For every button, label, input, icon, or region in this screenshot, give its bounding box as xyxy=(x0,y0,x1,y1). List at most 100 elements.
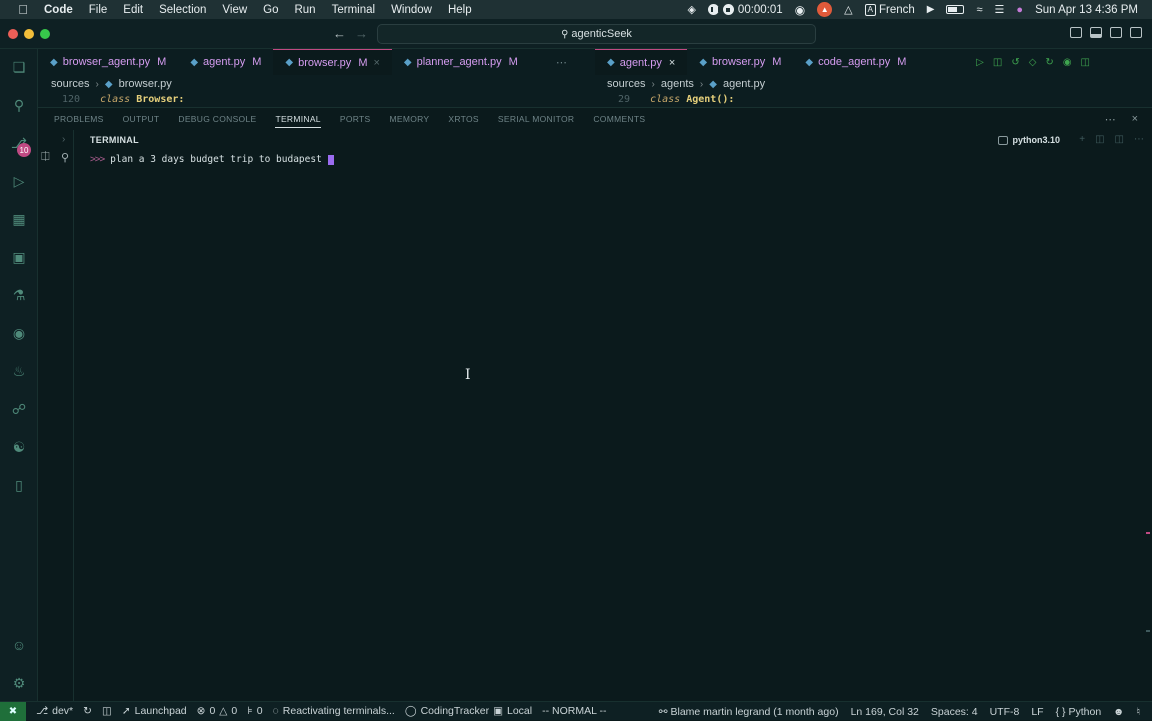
device-icon[interactable]: ▯ xyxy=(9,475,29,495)
breadcrumb-item[interactable]: agent.py xyxy=(723,78,765,90)
previous-change-icon[interactable]: ◇ xyxy=(1029,57,1037,68)
panel-tab-ports[interactable]: PORTS xyxy=(340,114,371,124)
run-icon[interactable]: ▷ xyxy=(976,57,984,68)
copilot-action-icon[interactable]: ◉ xyxy=(1063,57,1072,68)
manage-gear-icon[interactable]: ⚙ xyxy=(9,673,29,693)
branch-item[interactable]: ⎇ dev* xyxy=(36,705,73,717)
input-source[interactable]: A French xyxy=(864,3,915,16)
back-arrow-icon[interactable]: ← xyxy=(333,26,346,41)
toggle-primary-sidebar-icon[interactable] xyxy=(1070,27,1082,38)
copilot-status-icon[interactable]: ☻ xyxy=(1113,706,1124,718)
indentation[interactable]: Spaces: 4 xyxy=(931,706,978,718)
testing-icon[interactable]: ⚗ xyxy=(9,285,29,305)
panel-tab-xrtos[interactable]: XRTOS xyxy=(448,114,478,124)
panel-tab-output[interactable]: OUTPUT xyxy=(123,114,160,124)
menu-go[interactable]: Go xyxy=(263,4,278,16)
blame-item[interactable]: ⚯ Blame martin legrand (1 month ago) xyxy=(659,706,839,718)
gitlens-icon[interactable]: ☍ xyxy=(9,399,29,419)
new-terminal-icon[interactable]: + xyxy=(1079,134,1085,145)
menu-selection[interactable]: Selection xyxy=(159,4,206,16)
battery-icon[interactable] xyxy=(946,5,965,14)
panel-tab-serial-monitor[interactable]: SERIAL MONITOR xyxy=(498,114,574,124)
panel-tab-memory[interactable]: MEMORY xyxy=(389,114,429,124)
apple-menu-icon[interactable]:  xyxy=(16,2,30,17)
ports-item[interactable]: ⊧ 0 xyxy=(247,705,262,717)
sync-icon[interactable]: ↻ xyxy=(83,705,92,717)
clock[interactable]: Sun Apr 13 4:36 PM xyxy=(1035,4,1138,16)
github-icon[interactable]: ◉ xyxy=(9,323,29,343)
coding-tracker-item[interactable]: ◯ CodingTracker ▣ Local xyxy=(405,705,532,717)
siri-icon[interactable]: ● xyxy=(1016,4,1023,16)
breadcrumb-item[interactable]: sources xyxy=(51,78,90,90)
extension-icon[interactable]: ▲ xyxy=(817,2,833,17)
menu-view[interactable]: View xyxy=(222,4,247,16)
accounts-icon[interactable]: ☺ xyxy=(9,635,29,655)
next-change-icon[interactable]: ↻ xyxy=(1045,57,1053,68)
cursor-position[interactable]: Ln 169, Col 32 xyxy=(851,706,919,718)
left-code-line[interactable]: 120 class Browser: xyxy=(62,94,184,105)
remote-explorer-icon[interactable]: ▣ xyxy=(9,247,29,267)
play-icon[interactable]: ▶ xyxy=(927,4,935,15)
target-icon[interactable]: ◉ xyxy=(795,3,805,17)
toggle-panel-icon[interactable] xyxy=(1090,27,1102,38)
menu-help[interactable]: Help xyxy=(448,4,472,16)
wifi-icon[interactable]: ≈ xyxy=(976,4,982,16)
toggle-secondary-sidebar-icon[interactable] xyxy=(1110,27,1122,38)
notifications-bell-icon[interactable]: ♮ xyxy=(1136,706,1140,718)
run-debug-icon[interactable]: ▷ xyxy=(9,171,29,191)
search-view-icon[interactable]: ⚲ xyxy=(9,95,29,115)
breadcrumb-item[interactable]: browser.py xyxy=(119,78,172,90)
control-center-icon[interactable]: ☰ xyxy=(995,3,1005,16)
panel-tab-debug-console[interactable]: DEBUG CONSOLE xyxy=(178,114,256,124)
menu-terminal[interactable]: Terminal xyxy=(332,4,375,16)
menu-run[interactable]: Run xyxy=(294,4,315,16)
forward-arrow-icon[interactable]: → xyxy=(355,26,368,41)
tab-agent-right[interactable]: ◆ agent.py × xyxy=(595,49,688,75)
split-terminal-icon[interactable]: ◫ xyxy=(1095,134,1104,145)
tab-close-icon[interactable]: × xyxy=(373,57,379,69)
panel-tab-terminal[interactable]: TERMINAL xyxy=(275,111,321,128)
extensions-icon[interactable]: ▦ xyxy=(9,209,29,229)
app-menu[interactable]: Code xyxy=(44,4,73,16)
breadcrumb-item[interactable]: sources xyxy=(607,78,646,90)
terminal-profile[interactable]: python3.10 xyxy=(998,135,1060,145)
warning-icon[interactable]: △ xyxy=(844,3,852,16)
compare-icon[interactable]: ◫ xyxy=(102,705,112,717)
panel-tab-comments[interactable]: COMMENTS xyxy=(593,114,645,124)
tab-browser-agent[interactable]: ◆ browser_agent.py M xyxy=(38,49,178,75)
copilot-icon[interactable]: ☯ xyxy=(9,437,29,457)
explorer-icon[interactable]: ❏ xyxy=(9,57,29,77)
panel-more-icon[interactable]: ⋯ xyxy=(1105,113,1116,126)
docker-icon[interactable]: ♨ xyxy=(9,361,29,381)
tab-planner-agent[interactable]: ◆ planner_agent.py M xyxy=(392,49,530,75)
layers-icon[interactable]: ◈ xyxy=(687,3,695,16)
terminal-pin-icon[interactable]: ⚲ xyxy=(61,151,69,164)
customize-layout-icon[interactable] xyxy=(1130,27,1142,38)
tab-close-icon[interactable]: × xyxy=(669,57,675,69)
close-window-button[interactable] xyxy=(8,29,18,39)
command-center-search[interactable]: ⚲ agenticSeek xyxy=(377,24,816,44)
launchpad-item[interactable]: ➚ Launchpad xyxy=(122,705,187,717)
tab-browser[interactable]: ◆ browser.py M × xyxy=(273,49,392,75)
tab-code-agent-right[interactable]: ◆ code_agent.py M xyxy=(793,49,918,75)
tab-browser-right[interactable]: ◆ browser.py M xyxy=(687,49,793,75)
remote-indicator-icon[interactable]: ✖ xyxy=(0,701,26,721)
panel-tab-problems[interactable]: PROBLEMS xyxy=(54,114,104,124)
panel-close-icon[interactable]: × xyxy=(1132,113,1138,126)
revert-icon[interactable]: ↺ xyxy=(1011,57,1019,68)
git-compare-icon[interactable]: ◫ xyxy=(993,57,1002,68)
language-mode[interactable]: { } Python xyxy=(1056,706,1102,718)
encoding[interactable]: UTF-8 xyxy=(990,706,1020,718)
minimize-window-button[interactable] xyxy=(24,29,34,39)
more-actions-icon[interactable]: ⋯ xyxy=(556,56,567,69)
terminal-tabs-icon[interactable]: ⎅ xyxy=(41,151,50,164)
terminal-more-icon[interactable]: ⋯ xyxy=(1134,134,1144,145)
right-code-line[interactable]: 29 class Agent(): xyxy=(618,94,734,105)
menu-edit[interactable]: Edit xyxy=(123,4,143,16)
stop-icon[interactable] xyxy=(722,4,734,15)
kill-terminal-icon[interactable]: ◫ xyxy=(1115,134,1124,145)
menu-window[interactable]: Window xyxy=(391,4,432,16)
end-of-line[interactable]: LF xyxy=(1031,706,1043,718)
recording-controls[interactable]: 00:00:01 xyxy=(707,4,783,16)
zoom-window-button[interactable] xyxy=(40,29,50,39)
